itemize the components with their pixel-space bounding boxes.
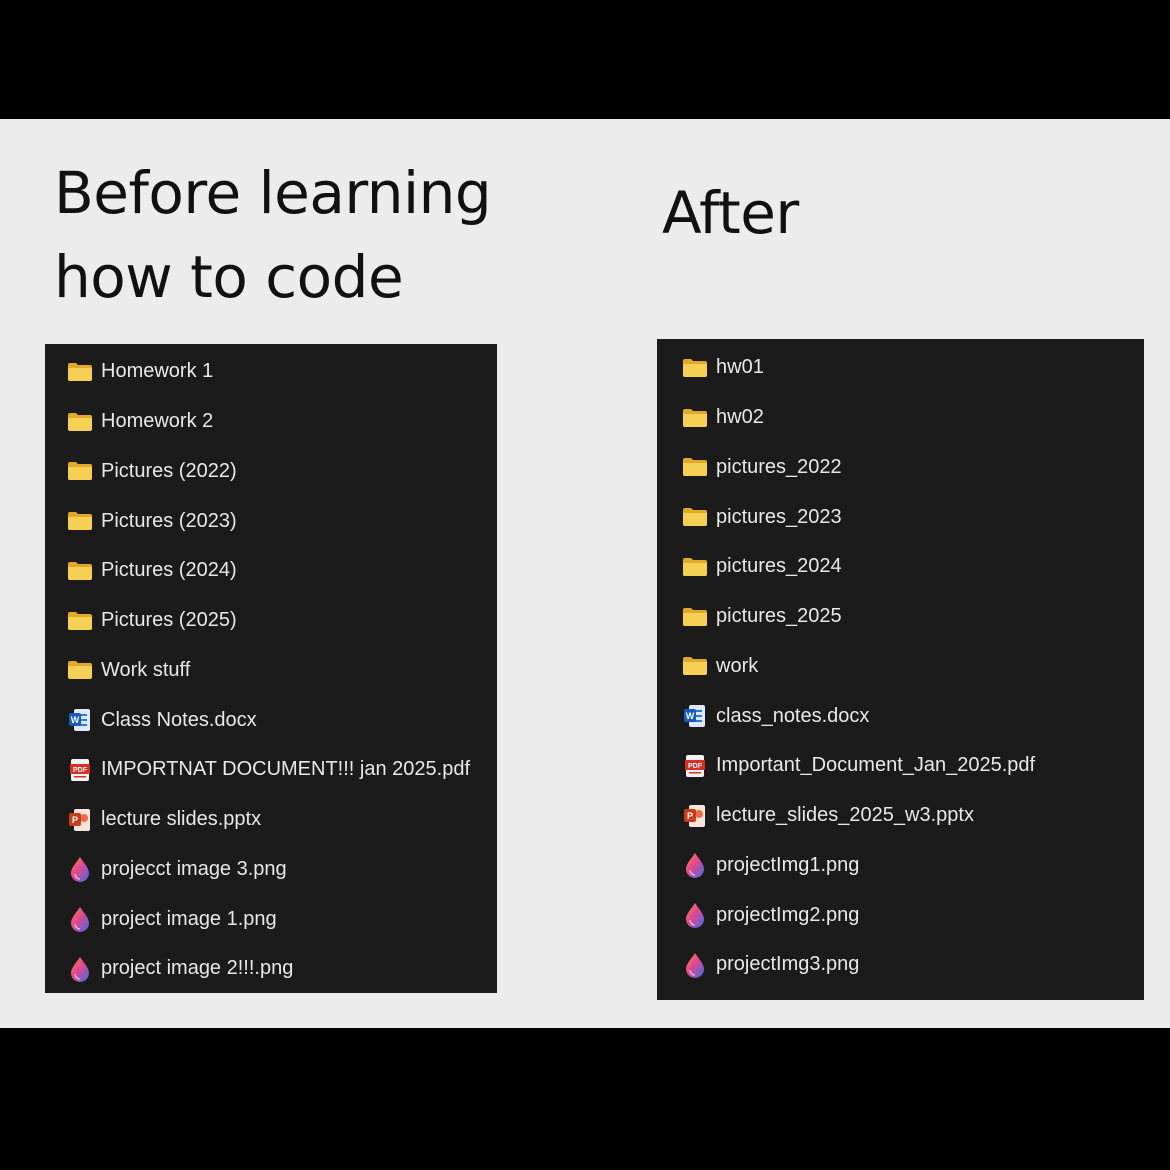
file-name-label: projectImg2.png xyxy=(716,903,860,926)
svg-text:PDF: PDF xyxy=(688,763,703,770)
svg-text:PDF: PDF xyxy=(73,767,88,774)
file-list-item[interactable]: projectImg2.png xyxy=(657,890,1035,940)
file-name-label: class_notes.docx xyxy=(716,704,870,727)
image-file-icon xyxy=(682,952,708,978)
svg-text:P: P xyxy=(72,815,78,825)
folder-icon xyxy=(682,406,708,430)
file-list-item[interactable]: Pictures (2024) xyxy=(45,546,470,596)
file-list-item[interactable]: pictures_2023 xyxy=(657,492,1035,542)
folder-icon xyxy=(682,654,708,678)
image-file-icon xyxy=(682,853,708,879)
file-name-label: pictures_2024 xyxy=(716,555,842,578)
file-list-item[interactable]: pictures_2025 xyxy=(657,592,1035,642)
file-name-label: project image 2!!!.png xyxy=(101,957,294,980)
file-list-item[interactable]: projectImg3.png xyxy=(657,940,1035,990)
meme-canvas: Before learning how to code After Homewo… xyxy=(0,119,1170,1028)
file-list-item[interactable]: projecct image 3.png xyxy=(45,845,470,895)
file-name-label: lecture slides.pptx xyxy=(101,808,262,831)
word-document-icon: W xyxy=(67,708,93,732)
after-file-list-panel: hw01 hw02 pictures_2022 pictures_2023pictur… xyxy=(657,339,1144,1000)
word-document-icon: W xyxy=(682,704,708,728)
svg-text:P: P xyxy=(687,811,693,821)
file-list-item[interactable]: hw02 xyxy=(657,393,1035,443)
file-list-item[interactable]: work xyxy=(657,642,1035,692)
file-name-label: Class Notes.docx xyxy=(101,708,257,731)
before-file-list-panel: Homework 1 Homework 2 Pictures (2022) Pictu… xyxy=(45,344,497,993)
folder-icon xyxy=(682,605,708,629)
file-name-label: work xyxy=(716,654,759,677)
file-name-label: pictures_2025 xyxy=(716,605,842,628)
powerpoint-icon: P xyxy=(682,804,708,828)
folder-icon xyxy=(67,459,93,483)
file-name-label: projectImg1.png xyxy=(716,853,860,876)
folder-icon xyxy=(682,555,708,579)
after-file-list: hw01 hw02 pictures_2022 pictures_2023pictur… xyxy=(657,343,1035,990)
file-list-item[interactable]: pictures_2022 xyxy=(657,443,1035,493)
file-name-label: Pictures (2024) xyxy=(101,559,237,582)
file-name-label: Pictures (2025) xyxy=(101,609,237,632)
before-heading: Before learning how to code xyxy=(54,151,514,319)
folder-icon xyxy=(67,360,93,384)
file-list-item[interactable]: Homework 2 xyxy=(45,397,470,447)
file-name-label: IMPORTNAT DOCUMENT!!! jan 2025.pdf xyxy=(101,758,470,781)
pdf-icon: PDF xyxy=(682,754,708,778)
file-name-label: projecct image 3.png xyxy=(101,857,287,880)
file-list-item[interactable]: pictures_2024 xyxy=(657,542,1035,592)
folder-icon xyxy=(682,455,708,479)
image-file-icon xyxy=(67,857,93,883)
folder-icon xyxy=(682,356,708,380)
file-list-item[interactable]: W Class Notes.docx xyxy=(45,695,470,745)
svg-text:W: W xyxy=(686,711,695,721)
folder-icon xyxy=(67,410,93,434)
file-name-label: pictures_2023 xyxy=(716,505,842,528)
file-name-label: lecture_slides_2025_w3.pptx xyxy=(716,804,974,827)
file-list-item[interactable]: PDF IMPORTNAT DOCUMENT!!! jan 2025.pdf xyxy=(45,745,470,795)
file-list-item[interactable]: Wclass_notes.docx xyxy=(657,691,1035,741)
file-name-label: Important_Document_Jan_2025.pdf xyxy=(716,754,1036,777)
file-list-item[interactable]: projectImg1.png xyxy=(657,841,1035,891)
file-name-label: Homework 2 xyxy=(101,410,214,433)
before-file-list: Homework 1 Homework 2 Pictures (2022) Pictu… xyxy=(45,347,470,994)
folder-icon xyxy=(682,505,708,529)
file-list-item[interactable]: Pictures (2025) xyxy=(45,596,470,646)
file-name-label: Pictures (2023) xyxy=(101,509,237,532)
folder-icon xyxy=(67,509,93,533)
file-list-item[interactable]: Pictures (2023) xyxy=(45,496,470,546)
folder-icon xyxy=(67,609,93,633)
before-heading-line-2: how to code xyxy=(54,243,404,311)
file-name-label: project image 1.png xyxy=(101,907,277,930)
image-file-icon xyxy=(67,956,93,982)
file-list-item[interactable]: Work stuff xyxy=(45,646,470,696)
file-name-label: hw01 xyxy=(716,356,764,379)
file-name-label: Homework 1 xyxy=(101,360,214,383)
file-list-item[interactable]: Homework 1 xyxy=(45,347,470,397)
file-name-label: Pictures (2022) xyxy=(101,459,237,482)
file-list-item[interactable]: Plecture slides.pptx xyxy=(45,795,470,845)
file-list-item[interactable]: project image 2!!!.png xyxy=(45,944,470,994)
file-list-item[interactable]: hw01 xyxy=(657,343,1035,393)
svg-text:W: W xyxy=(71,715,80,725)
file-name-label: projectImg3.png xyxy=(716,953,860,976)
before-heading-line-1: Before learning xyxy=(54,159,492,227)
file-list-item[interactable]: Plecture_slides_2025_w3.pptx xyxy=(657,791,1035,841)
file-list-item[interactable]: Pictures (2022) xyxy=(45,447,470,497)
file-name-label: Work stuff xyxy=(101,658,191,681)
pdf-icon: PDF xyxy=(67,758,93,782)
powerpoint-icon: P xyxy=(67,808,93,832)
file-name-label: pictures_2022 xyxy=(716,455,842,478)
image-file-icon xyxy=(682,903,708,929)
file-name-label: hw02 xyxy=(716,406,764,429)
after-heading: After xyxy=(662,179,799,247)
file-list-item[interactable]: project image 1.png xyxy=(45,894,470,944)
image-file-icon xyxy=(67,907,93,933)
folder-icon xyxy=(67,658,93,682)
folder-icon xyxy=(67,559,93,583)
file-list-item[interactable]: PDF Important_Document_Jan_2025.pdf xyxy=(657,741,1035,791)
